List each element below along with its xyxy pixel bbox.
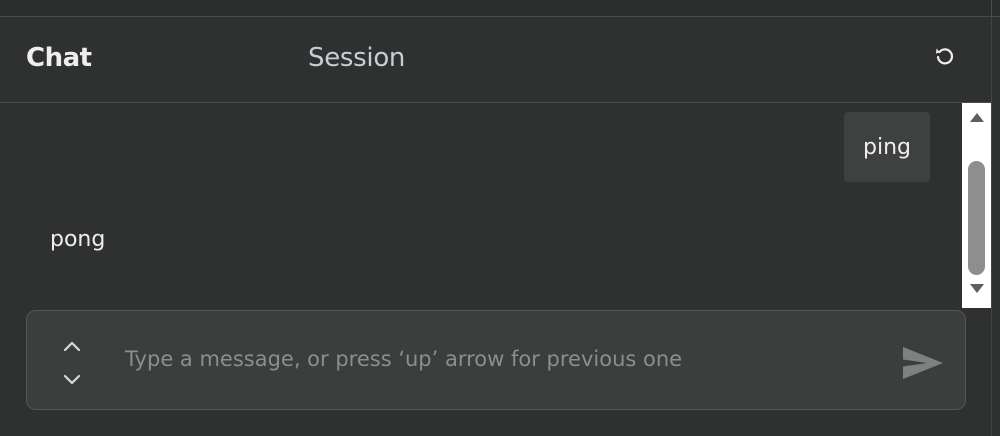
history-down-button[interactable] xyxy=(57,369,87,393)
chat-header: Chat Session xyxy=(0,17,991,103)
top-strip xyxy=(0,0,1000,17)
panel-edge xyxy=(991,17,992,436)
scroll-up-button[interactable] xyxy=(962,109,991,129)
history-navigation xyxy=(57,335,87,393)
scroll-up-arrow-icon xyxy=(968,109,986,129)
send-icon xyxy=(901,344,945,386)
scroll-down-arrow-icon xyxy=(968,281,986,301)
message-list: ping pong xyxy=(0,103,962,308)
assistant-message: pong xyxy=(50,227,106,252)
message-scrollbar[interactable] xyxy=(962,103,991,308)
scrollbar-thumb[interactable] xyxy=(968,161,985,275)
message-composer xyxy=(26,310,966,410)
scroll-down-button[interactable] xyxy=(962,281,991,301)
divider xyxy=(991,0,992,16)
tab-session[interactable]: Session xyxy=(308,43,405,73)
send-button[interactable] xyxy=(899,343,947,387)
message-input[interactable] xyxy=(125,339,885,379)
chevron-down-icon xyxy=(61,372,83,391)
chevron-up-icon xyxy=(61,338,83,357)
tab-chat[interactable]: Chat xyxy=(26,43,92,73)
history-up-button[interactable] xyxy=(57,335,87,359)
user-message: ping xyxy=(844,112,930,182)
reset-icon xyxy=(933,45,957,73)
reset-button[interactable] xyxy=(930,44,960,74)
